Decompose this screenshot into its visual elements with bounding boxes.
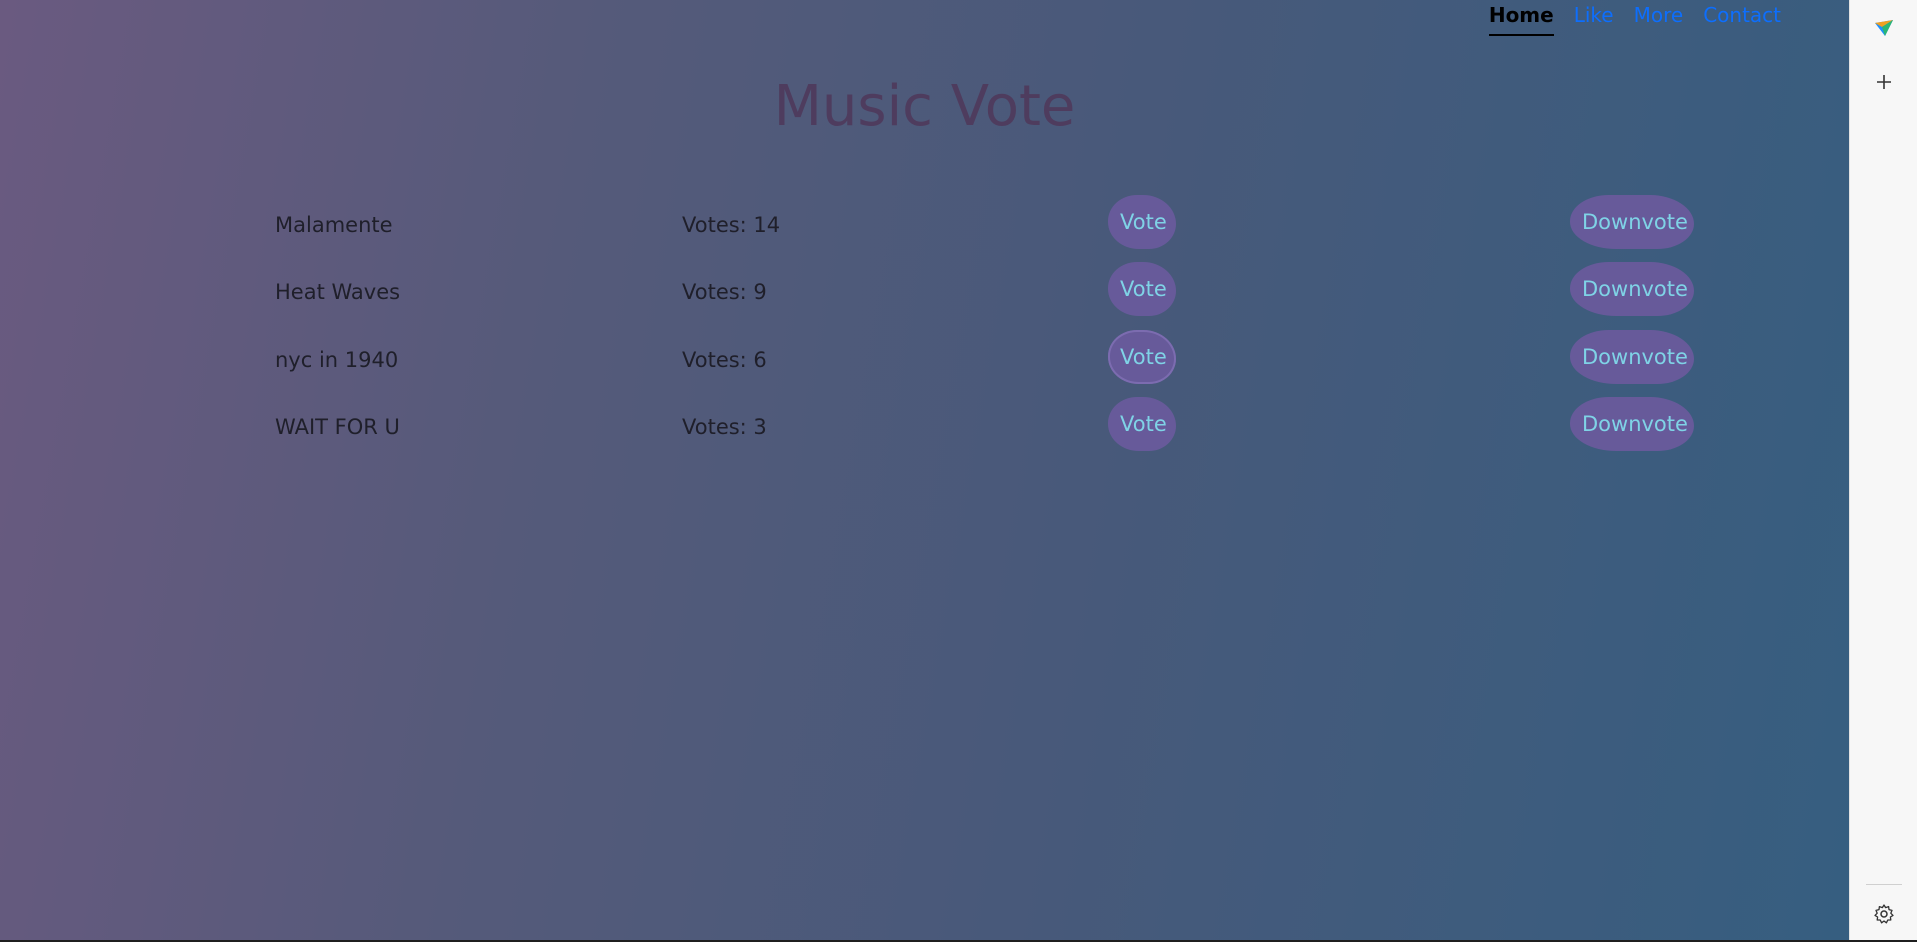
nav-contact[interactable]: Contact [1703, 0, 1781, 25]
page-title: Music Vote [773, 74, 1076, 139]
downvote-button[interactable]: Downvote [1570, 397, 1694, 451]
downvote-button[interactable]: Downvote [1570, 330, 1694, 384]
vote-button[interactable]: Vote [1108, 330, 1176, 384]
vote-button[interactable]: Vote [1108, 397, 1176, 451]
send-icon[interactable] [1850, 8, 1917, 48]
page-background: Home Like More Contact Music Vote Malame… [0, 0, 1849, 940]
plus-icon[interactable] [1850, 62, 1917, 102]
sidebar-divider [1866, 884, 1902, 885]
song-row: Heat Waves Votes: 9 Vote Downvote [0, 262, 1849, 318]
vote-count: Votes: 6 [682, 348, 767, 372]
song-name: Heat Waves [275, 280, 401, 304]
nav-home[interactable]: Home [1488, 0, 1554, 36]
song-name: Malamente [275, 213, 393, 237]
vote-button[interactable]: Vote [1108, 262, 1176, 316]
top-nav: Home Like More Contact [1488, 0, 1781, 44]
song-row: nyc in 1940 Votes: 6 Vote Downvote [0, 330, 1849, 386]
gear-icon[interactable] [1850, 894, 1917, 934]
nav-like[interactable]: Like [1574, 0, 1614, 25]
song-row: WAIT FOR U Votes: 3 Vote Downvote [0, 397, 1849, 453]
vote-count: Votes: 3 [682, 415, 767, 439]
downvote-button[interactable]: Downvote [1570, 195, 1694, 249]
song-name: nyc in 1940 [275, 348, 399, 372]
vote-count: Votes: 9 [682, 280, 767, 304]
song-row: Malamente Votes: 14 Vote Downvote [0, 195, 1849, 251]
downvote-button[interactable]: Downvote [1570, 262, 1694, 316]
vote-count: Votes: 14 [682, 213, 781, 237]
song-name: WAIT FOR U [275, 415, 400, 439]
nav-more[interactable]: More [1634, 0, 1684, 25]
vote-button[interactable]: Vote [1108, 195, 1176, 249]
browser-sidebar [1849, 0, 1917, 940]
